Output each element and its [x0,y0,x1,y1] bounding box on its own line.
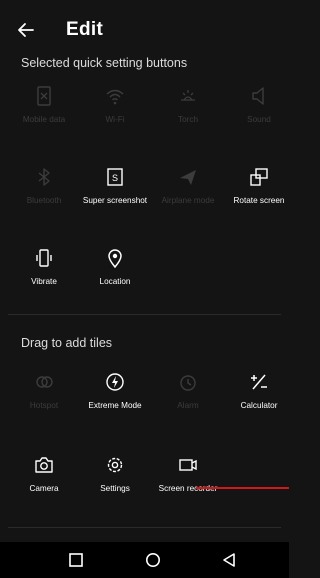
svg-text:S: S [112,173,118,183]
tile-label: Mobile data [22,115,66,124]
tile-label: Vibrate [31,277,57,286]
tile-sound[interactable]: Sound [223,85,295,125]
tile-label: Camera [29,484,59,493]
tile-label: Hotspot [29,401,59,410]
tile-label: Settings [100,484,130,493]
wifi-icon [106,89,124,105]
section-divider [8,314,281,315]
tile-label: Location [99,277,131,286]
alarm-icon [180,375,196,391]
tile-mobile-data[interactable]: Mobile data [8,85,80,125]
tile-vibrate[interactable]: Vibrate [8,247,80,287]
tile-label: Extreme Mode [88,401,142,410]
tile-settings[interactable]: Settings [79,454,151,494]
tile-bluetooth[interactable]: Bluetooth [8,166,80,206]
navigation-bar [0,542,289,578]
settings-icon [107,457,123,473]
calculator-icon [251,374,267,390]
recents-icon[interactable] [67,551,85,569]
screen-recorder-icon [179,459,197,471]
tile-label: Alarm [177,401,199,410]
tile-label: Airplane mode [161,196,215,205]
tile-label: Screen recorder [158,484,218,493]
hotspot-icon [36,376,53,388]
tile-rotate-screen[interactable]: Rotate screen [223,166,295,206]
tile-label: Sound [247,115,271,124]
vibrate-icon [36,249,52,267]
tile-wifi[interactable]: Wi-Fi [79,85,151,125]
super-screenshot-icon: S [107,168,123,186]
tile-calculator[interactable]: Calculator [223,371,295,411]
torch-icon [181,90,195,101]
tile-alarm[interactable]: Alarm [152,371,224,411]
back-icon[interactable] [220,551,238,569]
tile-location[interactable]: Location [79,247,151,287]
drag-indicator-line [196,487,289,489]
header: Edit [0,18,289,46]
tile-super-screenshot[interactable]: S Super screenshot [79,166,151,206]
back-arrow-icon[interactable] [16,20,36,40]
bottom-divider [8,527,281,528]
tile-hotspot[interactable]: Hotspot [8,371,80,411]
location-icon [108,249,122,269]
tile-label: Calculator [240,401,278,410]
tile-camera[interactable]: Camera [8,454,80,494]
tile-extreme-mode[interactable]: Extreme Mode [79,371,151,411]
tile-label: Rotate screen [233,196,285,205]
airplane-icon [180,170,196,185]
tile-label: Wi-Fi [105,115,125,124]
tile-label: Bluetooth [26,196,62,205]
tile-torch[interactable]: Torch [152,85,224,125]
tile-label: Super screenshot [82,196,148,205]
mobile-data-icon [37,86,51,106]
camera-icon [35,457,53,473]
rotate-screen-icon [250,168,268,186]
home-icon[interactable] [144,551,162,569]
sound-icon [252,87,264,105]
bluetooth-icon [38,168,50,186]
extreme-mode-icon [106,373,124,391]
selected-section-title: Selected quick setting buttons [21,56,188,70]
page-title: Edit [66,19,104,40]
tile-airplane-mode[interactable]: Airplane mode [152,166,224,206]
drag-section-title: Drag to add tiles [21,336,113,350]
tile-label: Torch [177,115,199,124]
